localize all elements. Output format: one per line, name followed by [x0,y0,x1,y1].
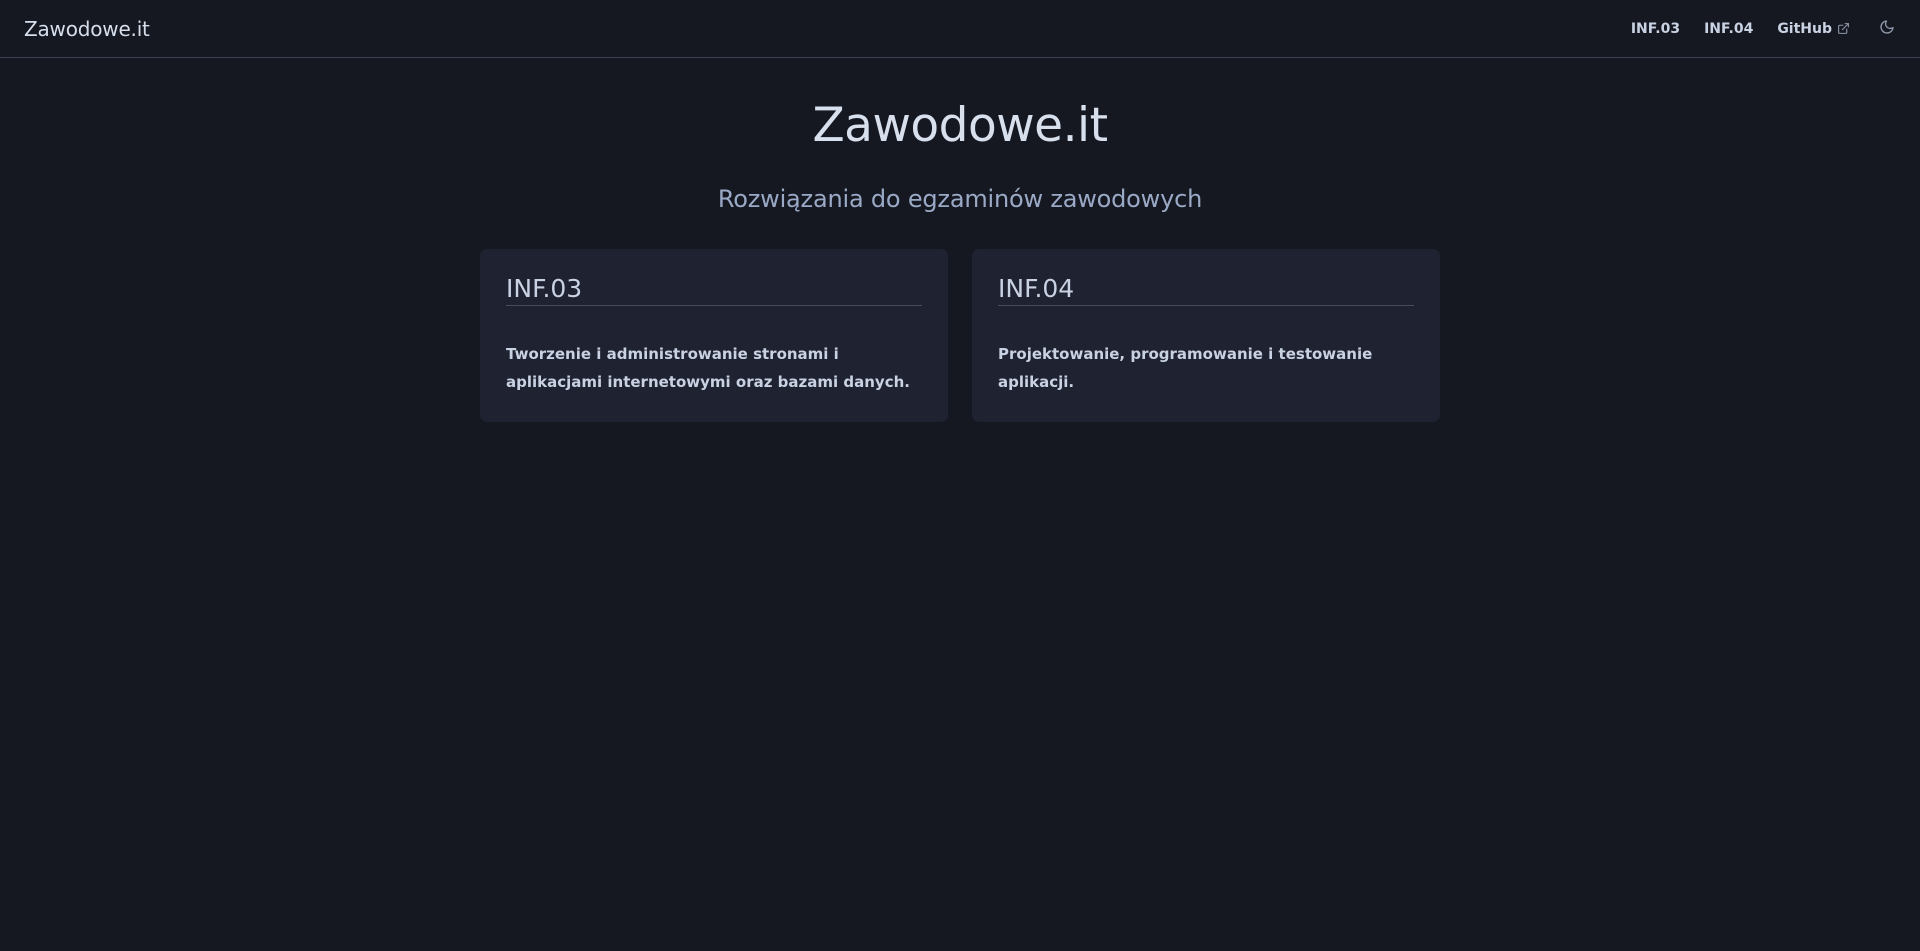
moon-icon [1879,19,1895,39]
page-title: Zawodowe.it [812,98,1108,153]
page-subtitle: Rozwiązania do egzaminów zawodowych [717,185,1203,213]
card-description: Tworzenie i administrowanie stronami i a… [506,345,910,391]
nav-link-inf03[interactable]: INF.03 [1631,21,1680,37]
navbar: Zawodowe.it INF.03 INF.04 GitHub [0,0,1920,58]
theme-toggle-button[interactable] [1876,18,1898,40]
main-content: Zawodowe.it Rozwiązania do egzaminów zaw… [0,58,1920,422]
nav-links: INF.03 INF.04 GitHub [1631,18,1898,40]
card-description: Projektowanie, programowanie i testowani… [998,345,1373,391]
exam-cards: INF.03 Tworzenie i administrowanie stron… [0,249,1920,422]
nav-link-github-label: GitHub [1777,20,1832,37]
nav-link-github[interactable]: GitHub [1777,21,1850,37]
external-link-icon [1837,22,1850,35]
card-inf03[interactable]: INF.03 Tworzenie i administrowanie stron… [480,249,948,422]
brand-link[interactable]: Zawodowe.it [24,17,150,41]
card-title: INF.04 [998,273,1414,306]
card-title: INF.03 [506,273,922,306]
card-inf04[interactable]: INF.04 Projektowanie, programowanie i te… [972,249,1440,422]
hero: Zawodowe.it Rozwiązania do egzaminów zaw… [0,58,1920,216]
nav-link-inf04[interactable]: INF.04 [1704,21,1753,37]
